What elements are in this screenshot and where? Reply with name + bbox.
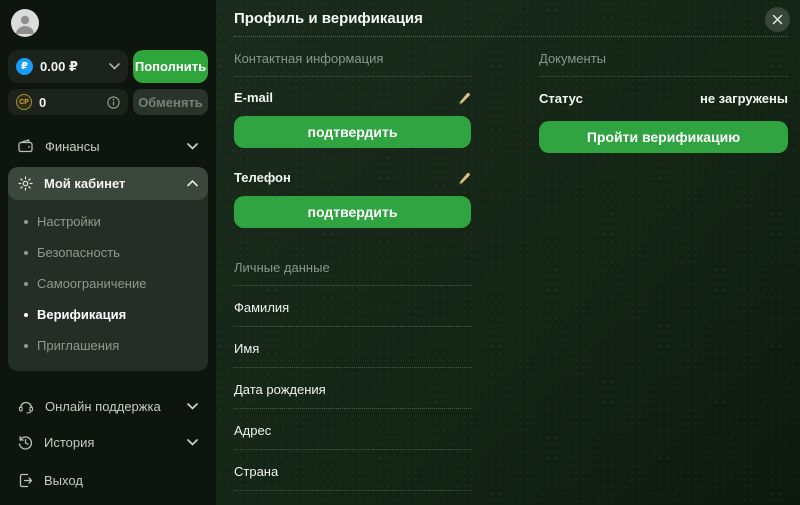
personal-field-birthdate: Дата рождения	[234, 368, 471, 409]
sidebar-item-label: Онлайн поддержка	[45, 398, 161, 414]
sidebar-item-history[interactable]: История	[8, 429, 208, 455]
bullet-icon	[24, 281, 28, 286]
sidebar-item-invitations[interactable]: Приглашения	[8, 330, 208, 361]
chevron-down-icon	[187, 438, 198, 446]
edit-phone-icon[interactable]	[457, 171, 471, 185]
bullet-icon	[24, 312, 28, 317]
exchange-button[interactable]: Обменять	[133, 89, 208, 115]
profile-panel: Профиль и верификация Контактная информа…	[216, 0, 800, 505]
email-field-row: E-mail	[234, 90, 471, 105]
person-icon	[16, 15, 34, 34]
personal-field-lastname: Фамилия	[234, 286, 471, 327]
submenu-label: Безопасность	[37, 245, 120, 260]
pencil-icon	[458, 92, 470, 105]
personal-field-address: Адрес	[234, 409, 471, 450]
page-title: Профиль и верификация	[234, 9, 423, 27]
verify-button[interactable]: Пройти верификацию	[539, 121, 788, 153]
close-icon	[772, 14, 783, 25]
edit-email-icon[interactable]	[457, 91, 471, 105]
wallet-icon	[18, 139, 34, 153]
confirm-email-button[interactable]: подтвердить	[234, 116, 471, 148]
submenu-label: Верификация	[37, 307, 127, 322]
balance-amount: 0.00 ₽	[40, 58, 78, 74]
bullet-icon	[24, 343, 28, 348]
chevron-down-icon	[109, 63, 120, 70]
chevron-up-icon	[187, 180, 198, 187]
history-icon	[18, 435, 33, 450]
documents-column: Документы Статус не загружены Пройти вер…	[539, 37, 788, 505]
bonus-balance: CP 0	[8, 89, 128, 115]
content-columns: Контактная информация E-mail подтвердить…	[234, 37, 788, 505]
headset-icon	[18, 399, 34, 414]
email-label: E-mail	[234, 90, 274, 105]
sidebar-item-label: Выход	[44, 472, 83, 488]
personal-section-label: Личные данные	[234, 260, 471, 286]
sidebar-item-security[interactable]: Безопасность	[8, 237, 208, 268]
status-label: Статус	[539, 91, 583, 106]
documents-status-row: Статус не загружены	[539, 91, 788, 106]
sidebar-item-settings[interactable]: Настройки	[8, 206, 208, 237]
bonus-row: CP 0 Обменять	[8, 89, 208, 115]
bullet-icon	[24, 219, 28, 224]
balance-selector[interactable]: ₽ 0.00 ₽	[8, 50, 128, 83]
field-label: Страна	[234, 464, 279, 479]
submenu-label: Самоограничение	[37, 276, 147, 291]
sidebar-item-label: Мой кабинет	[44, 176, 126, 191]
cabinet-section: Мой кабинет Настройки Безопасность Самоо…	[8, 167, 208, 371]
sidebar-item-self-limit[interactable]: Самоограничение	[8, 268, 208, 299]
exit-icon	[18, 473, 33, 488]
submenu-label: Приглашения	[37, 338, 120, 353]
submenu-label: Настройки	[37, 214, 101, 229]
documents-section-label: Документы	[539, 51, 788, 77]
close-button[interactable]	[765, 7, 790, 32]
pencil-icon	[458, 172, 470, 185]
sidebar-item-support[interactable]: Онлайн поддержка	[8, 393, 208, 419]
sidebar-item-label: История	[44, 434, 95, 450]
sidebar: ₽ 0.00 ₽ Пополнить CP 0 Обменять Финансы	[0, 0, 216, 505]
field-label: Фамилия	[234, 300, 290, 315]
personal-field-firstname: Имя	[234, 327, 471, 368]
status-value: не загружены	[699, 91, 788, 106]
field-label: Адрес	[234, 423, 272, 438]
personal-field-country: Страна	[234, 450, 471, 491]
sidebar-item-logout[interactable]: Выход	[8, 467, 208, 493]
sidebar-item-cabinet[interactable]: Мой кабинет	[8, 167, 208, 200]
phone-field-row: Телефон	[234, 170, 471, 185]
cabinet-submenu: Настройки Безопасность Самоограничение В…	[8, 200, 208, 371]
avatar[interactable]	[11, 9, 39, 37]
ruble-coin-icon: ₽	[16, 58, 33, 75]
bullet-icon	[24, 250, 28, 255]
balance-row: ₽ 0.00 ₽ Пополнить	[8, 50, 208, 83]
phone-label: Телефон	[234, 170, 291, 185]
info-icon[interactable]	[107, 95, 120, 109]
bonus-amount: 0	[39, 94, 47, 110]
contact-and-personal-column: Контактная информация E-mail подтвердить…	[234, 37, 471, 505]
contact-section-label: Контактная информация	[234, 51, 471, 77]
deposit-button[interactable]: Пополнить	[133, 50, 208, 83]
sidebar-menu: Финансы Мой кабинет Настройки Безопаснос…	[8, 133, 208, 493]
cp-coin-icon: CP	[16, 94, 32, 110]
chevron-down-icon	[187, 402, 198, 410]
field-label: Дата рождения	[234, 382, 326, 397]
gear-icon	[18, 176, 33, 191]
confirm-phone-button[interactable]: подтвердить	[234, 196, 471, 228]
field-label: Имя	[234, 341, 260, 356]
chevron-down-icon	[187, 142, 198, 150]
sidebar-item-label: Финансы	[45, 138, 100, 154]
sidebar-item-verification[interactable]: Верификация	[8, 299, 208, 330]
panel-header: Профиль и верификация	[234, 0, 788, 37]
sidebar-item-finance[interactable]: Финансы	[8, 133, 208, 159]
